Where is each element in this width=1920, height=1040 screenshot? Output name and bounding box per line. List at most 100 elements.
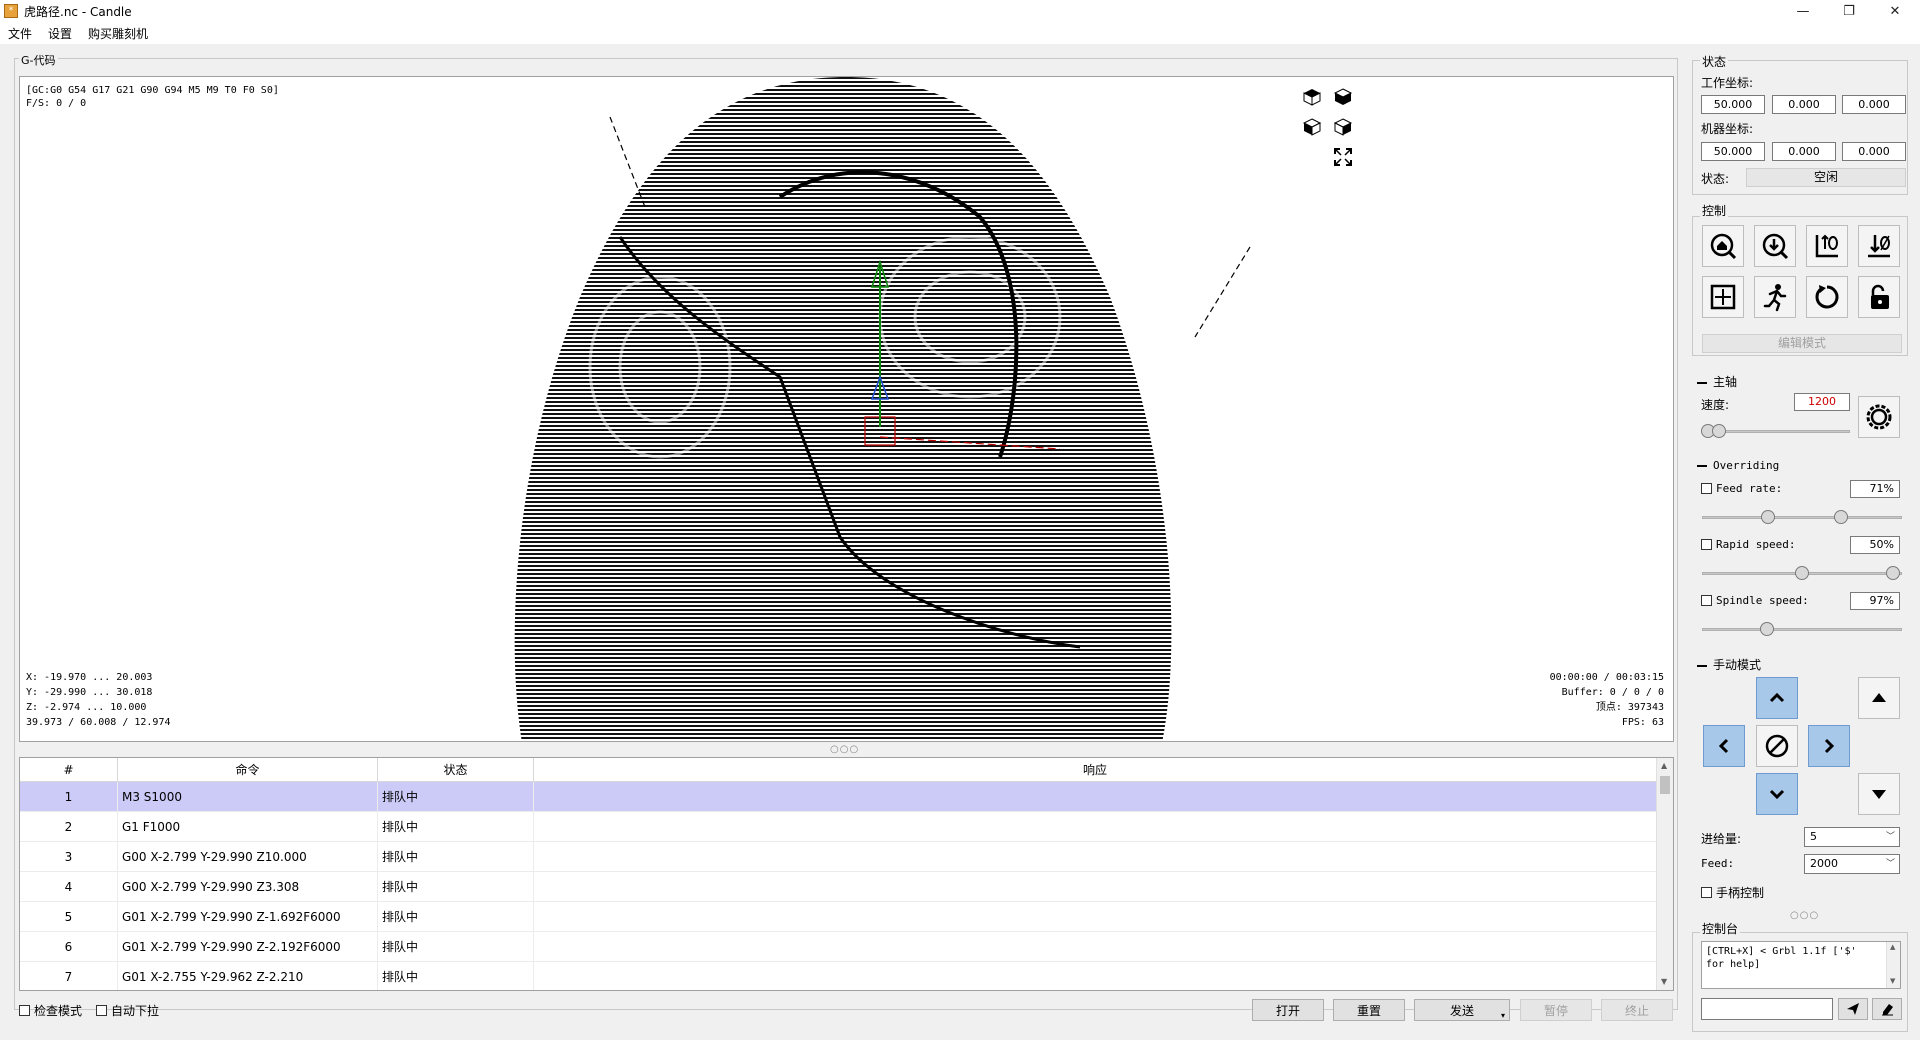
send-arrow-icon xyxy=(1847,1003,1859,1015)
probe-z-button[interactable] xyxy=(1754,225,1796,267)
table-row[interactable]: 3 G00 X-2.799 Y-29.990 Z10.000 排队中 xyxy=(20,842,1656,872)
spindle-override-value[interactable]: 97% xyxy=(1850,592,1900,610)
feed-override-label: Feed rate: xyxy=(1716,482,1783,495)
header-response[interactable]: 响应 xyxy=(534,758,1656,782)
feed-override-value[interactable]: 71% xyxy=(1850,480,1900,498)
auto-scroll-checkbox[interactable] xyxy=(96,1005,107,1016)
restore-button[interactable]: ❐ xyxy=(1826,0,1872,22)
view-top-button[interactable] xyxy=(1299,84,1325,110)
spindle-toggle-button[interactable] xyxy=(1858,396,1900,438)
cell-num: 5 xyxy=(20,902,118,932)
triangle-up-icon xyxy=(1872,693,1886,702)
header-num[interactable]: # xyxy=(20,758,118,782)
soft-reset-button[interactable] xyxy=(1806,276,1848,318)
feed-override-handle[interactable] xyxy=(1834,510,1848,524)
jog-x-minus-button[interactable] xyxy=(1703,725,1745,767)
send-button[interactable]: 发送 ▾ xyxy=(1414,999,1510,1021)
command-table[interactable]: # 命令 状态 响应 1 M3 S1000 排队中 2 G1 F1000 排队中 3 G00 … xyxy=(19,757,1674,991)
spindle-speed-track[interactable] xyxy=(1708,430,1850,433)
rapid-override-checkbox[interactable] xyxy=(1701,539,1712,550)
spindle-override-track[interactable] xyxy=(1702,628,1902,631)
view-front-button[interactable] xyxy=(1330,84,1356,110)
feed-override-min-handle[interactable] xyxy=(1761,510,1775,524)
header-command[interactable]: 命令 xyxy=(118,758,378,782)
jog-z-minus-button[interactable] xyxy=(1858,773,1900,815)
console-clear-button[interactable] xyxy=(1872,998,1902,1020)
console-output[interactable]: [CTRL+X] < Grbl 1.1f ['$' for help] ▲ ▼ xyxy=(1701,941,1901,989)
rapid-override-max-handle[interactable] xyxy=(1886,566,1900,580)
header-state[interactable]: 状态 xyxy=(378,758,534,782)
spindle-speed-handle[interactable] xyxy=(1712,424,1726,438)
console-send-button[interactable] xyxy=(1838,998,1868,1020)
cell-state: 排队中 xyxy=(378,842,534,872)
fit-view-button[interactable] xyxy=(1330,144,1356,170)
feed-override-toggle[interactable]: Feed rate: xyxy=(1701,482,1782,495)
feed-override-track[interactable] xyxy=(1702,516,1902,519)
open-button[interactable]: 打开 xyxy=(1252,999,1324,1021)
jog-feed-label: Feed: xyxy=(1701,857,1735,870)
check-mode-toggle[interactable]: 检查模式 xyxy=(19,1002,82,1019)
menu-settings[interactable]: 设置 xyxy=(40,25,80,42)
spindle-speed-input[interactable]: 1200 xyxy=(1794,393,1850,411)
unlock-button[interactable] xyxy=(1858,276,1900,318)
spindle-override-handle[interactable] xyxy=(1760,622,1774,636)
edit-mode-button[interactable]: 编辑模式 xyxy=(1702,334,1902,353)
candle-app-icon: * xyxy=(4,4,18,18)
close-button[interactable]: ✕ xyxy=(1872,0,1918,22)
bounds-x: X: -19.970 ... 20.003 xyxy=(26,672,153,683)
table-row[interactable]: 6 G01 X-2.799 Y-29.990 Z-2.192F6000 排队中 xyxy=(20,932,1656,962)
send-dropdown-icon[interactable]: ▾ xyxy=(1501,1011,1505,1020)
abort-button[interactable]: 终止 xyxy=(1601,999,1673,1021)
jog-stop-button[interactable] xyxy=(1756,725,1798,767)
rapid-override-handle[interactable] xyxy=(1795,566,1809,580)
jog-feed-combo[interactable]: 2000 ﹀ xyxy=(1804,854,1900,874)
handwheel-checkbox[interactable] xyxy=(1701,887,1712,898)
home-button[interactable] xyxy=(1702,225,1744,267)
check-mode-checkbox[interactable] xyxy=(19,1005,30,1016)
crosshair-icon xyxy=(1710,284,1736,310)
jog-y-minus-button[interactable] xyxy=(1756,773,1798,815)
console-command-input[interactable] xyxy=(1701,998,1833,1020)
view-iso-button[interactable] xyxy=(1330,114,1356,140)
gcode-visualizer[interactable]: [GC:G0 G54 G17 G21 G90 G94 M5 M9 T0 F0 S… xyxy=(19,76,1674,742)
auto-scroll-toggle[interactable]: 自动下拉 xyxy=(96,1002,159,1019)
jog-y-plus-button[interactable] xyxy=(1756,677,1798,719)
table-row[interactable]: 1 M3 S1000 排队中 xyxy=(20,782,1656,812)
expand-icon xyxy=(1334,148,1352,166)
scroll-thumb[interactable] xyxy=(1660,776,1670,794)
table-row[interactable]: 5 G01 X-2.799 Y-29.990 Z-1.692F6000 排队中 xyxy=(20,902,1656,932)
jog-step-combo[interactable]: 5 ﹀ xyxy=(1804,827,1900,847)
zero-z-button[interactable] xyxy=(1858,225,1900,267)
table-scrollbar[interactable]: ▲ ▼ xyxy=(1656,758,1673,990)
reset-button[interactable]: 重置 xyxy=(1333,999,1405,1021)
handwheel-toggle[interactable]: 手柄控制 xyxy=(1701,884,1764,901)
pause-button[interactable]: 暂停 xyxy=(1520,999,1592,1021)
console-scrollbar[interactable]: ▲ ▼ xyxy=(1886,942,1900,988)
cell-response xyxy=(534,902,1656,932)
splitter-handle[interactable]: ○○○ xyxy=(830,744,859,755)
rapid-override-toggle[interactable]: Rapid speed: xyxy=(1701,538,1795,551)
scroll-down-icon[interactable]: ▼ xyxy=(1661,977,1667,986)
menu-file[interactable]: 文件 xyxy=(0,25,40,42)
zero-xy-button[interactable] xyxy=(1806,225,1848,267)
menu-buy[interactable]: 购买雕刻机 xyxy=(80,25,156,42)
rapid-override-value[interactable]: 50% xyxy=(1850,536,1900,554)
scroll-up-icon[interactable]: ▲ xyxy=(1890,943,1895,951)
safe-position-button[interactable] xyxy=(1754,276,1796,318)
spindle-override-checkbox[interactable] xyxy=(1701,595,1712,606)
minimize-button[interactable]: — xyxy=(1780,0,1826,22)
table-row[interactable]: 7 G01 X-2.755 Y-29.962 Z-2.210 排队中 xyxy=(20,962,1656,990)
feed-override-checkbox[interactable] xyxy=(1701,483,1712,494)
spindle-override-toggle[interactable]: Spindle speed: xyxy=(1701,594,1809,607)
scroll-up-icon[interactable]: ▲ xyxy=(1661,761,1667,770)
cell-command: G1 F1000 xyxy=(118,812,378,842)
table-row[interactable]: 2 G1 F1000 排队中 xyxy=(20,812,1656,842)
scroll-down-icon[interactable]: ▼ xyxy=(1890,977,1895,985)
view-left-button[interactable] xyxy=(1299,114,1325,140)
jog-x-plus-button[interactable] xyxy=(1808,725,1850,767)
table-row[interactable]: 4 G00 X-2.799 Y-29.990 Z3.308 排队中 xyxy=(20,872,1656,902)
panel-splitter[interactable]: ○○○ xyxy=(1790,910,1819,921)
restore-origin-button[interactable] xyxy=(1702,276,1744,318)
jog-z-plus-button[interactable] xyxy=(1858,677,1900,719)
spindle-speed-label: 速度: xyxy=(1701,398,1730,412)
